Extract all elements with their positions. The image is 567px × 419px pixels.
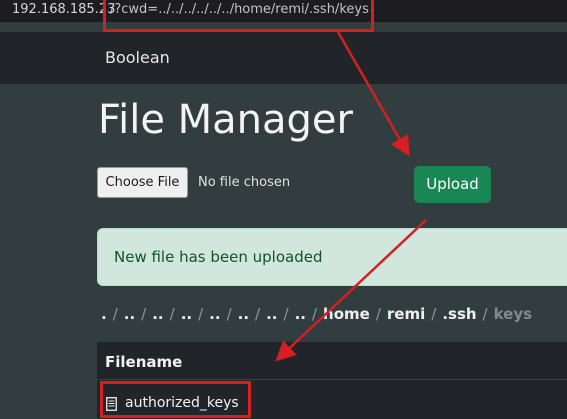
navbar: Boolean: [0, 32, 567, 84]
breadcrumb: . /.. /.. /.. /.. /.. /.. /.. / home / remi / .ssh / ke…: [101, 305, 533, 323]
upload-button[interactable]: Upload: [414, 166, 491, 203]
success-alert: New file has been uploaded: [97, 228, 567, 286]
breadcrumb-item[interactable]: .: [101, 305, 107, 323]
breadcrumb-item-ssh[interactable]: .ssh: [442, 305, 476, 323]
breadcrumb-item[interactable]: ..: [152, 305, 163, 323]
breadcrumb-item[interactable]: ..: [209, 305, 220, 323]
breadcrumb-item[interactable]: ..: [295, 305, 306, 323]
table-header: Filename: [97, 342, 567, 380]
breadcrumb-item-keys: keys: [493, 305, 533, 323]
file-highlight-box: [100, 381, 251, 418]
page-title: File Manager: [98, 97, 353, 143]
breadcrumb-item-remi[interactable]: remi: [387, 305, 425, 323]
breadcrumb-item[interactable]: ..: [266, 305, 277, 323]
navbar-brand[interactable]: Boolean: [105, 48, 170, 67]
column-header-filename: Filename: [105, 353, 183, 371]
breadcrumb-item[interactable]: ..: [238, 305, 249, 323]
url-highlight-box: [103, 0, 374, 32]
choose-file-button[interactable]: Choose File: [97, 167, 188, 198]
no-file-chosen-text: No file chosen: [198, 175, 291, 190]
breadcrumb-item[interactable]: ..: [124, 305, 135, 323]
url-host: 192.168.185.23: [12, 2, 116, 17]
breadcrumb-item-home[interactable]: home: [323, 305, 370, 323]
screenshot-page: 192.168.185.23 /?cwd=../../../../../../h…: [0, 0, 567, 419]
alert-text: New file has been uploaded: [114, 248, 323, 266]
breadcrumb-item[interactable]: ..: [181, 305, 192, 323]
